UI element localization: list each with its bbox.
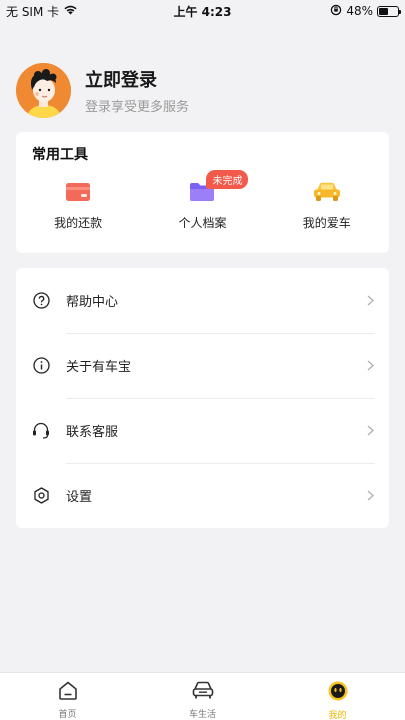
chevron-right-icon	[365, 295, 375, 306]
login-profile-row[interactable]: 立即登录 登录享受更多服务	[16, 62, 389, 118]
tools-row: 我的还款 未完成 个人档案 我的爱车	[16, 170, 389, 231]
incomplete-badge: 未完成	[206, 170, 249, 189]
tab-label: 首页	[58, 710, 77, 720]
menu-label: 帮助中心	[66, 295, 119, 310]
status-bar: 无 SIM 卡 上午 4:23 48%	[0, 0, 405, 22]
menu-item-help-center[interactable]: 帮助中心	[32, 268, 375, 333]
wifi-icon	[63, 4, 78, 18]
bottom-tab-bar: 首页 车生活 我的	[0, 672, 405, 720]
car-outline-icon	[192, 681, 214, 704]
menu-label: 关于有车宝	[66, 360, 132, 375]
smiley-icon	[328, 681, 348, 705]
battery-percent: 48%	[346, 4, 373, 18]
tool-my-car[interactable]: 我的爱车	[277, 180, 377, 231]
tools-title: 常用工具	[32, 147, 88, 163]
battery-icon	[377, 5, 401, 17]
car-icon	[313, 180, 341, 204]
headset-icon	[32, 422, 50, 440]
tool-label: 个人档案	[178, 216, 227, 230]
chevron-right-icon	[365, 490, 375, 501]
common-tools-card: 常用工具 我的还款 未完成 个人档案 我的爱车	[16, 132, 389, 253]
orientation-lock-icon	[330, 4, 342, 19]
menu-card: 帮助中心 关于有车宝 联系客服 设置	[16, 268, 389, 528]
tool-label: 我的还款	[54, 216, 103, 230]
tab-mine[interactable]: 我的	[270, 673, 405, 720]
login-text: 立即登录 登录享受更多服务	[85, 66, 189, 115]
tab-label: 我的	[328, 711, 347, 720]
info-icon	[32, 357, 50, 375]
menu-label: 联系客服	[66, 425, 119, 440]
status-right: 48%	[330, 4, 401, 19]
card-icon	[64, 180, 92, 204]
tool-my-repayment[interactable]: 我的还款	[28, 180, 128, 231]
login-title[interactable]: 立即登录	[85, 66, 189, 92]
tool-label: 我的爱车	[302, 216, 351, 230]
carrier-text: 无 SIM 卡	[6, 4, 60, 19]
chevron-right-icon	[365, 425, 375, 436]
status-left: 无 SIM 卡	[6, 3, 78, 20]
tab-home[interactable]: 首页	[0, 673, 135, 720]
login-subtitle: 登录享受更多服务	[85, 99, 190, 115]
menu-item-about[interactable]: 关于有车宝	[32, 333, 375, 398]
tool-personal-profile[interactable]: 未完成 个人档案	[152, 170, 252, 231]
tab-label: 车生活	[188, 710, 216, 720]
tab-car-life[interactable]: 车生活	[135, 673, 270, 720]
settings-icon	[32, 487, 50, 505]
avatar	[16, 62, 71, 118]
help-icon	[32, 292, 50, 310]
menu-item-customer-service[interactable]: 联系客服	[32, 398, 375, 463]
home-icon	[58, 681, 78, 704]
app-screen: 无 SIM 卡 上午 4:23 48% 立即登录 登录享受更多服务 常用工具 我…	[0, 0, 405, 720]
menu-label: 设置	[66, 490, 93, 505]
chevron-right-icon	[365, 360, 375, 371]
menu-item-settings[interactable]: 设置	[32, 463, 375, 528]
